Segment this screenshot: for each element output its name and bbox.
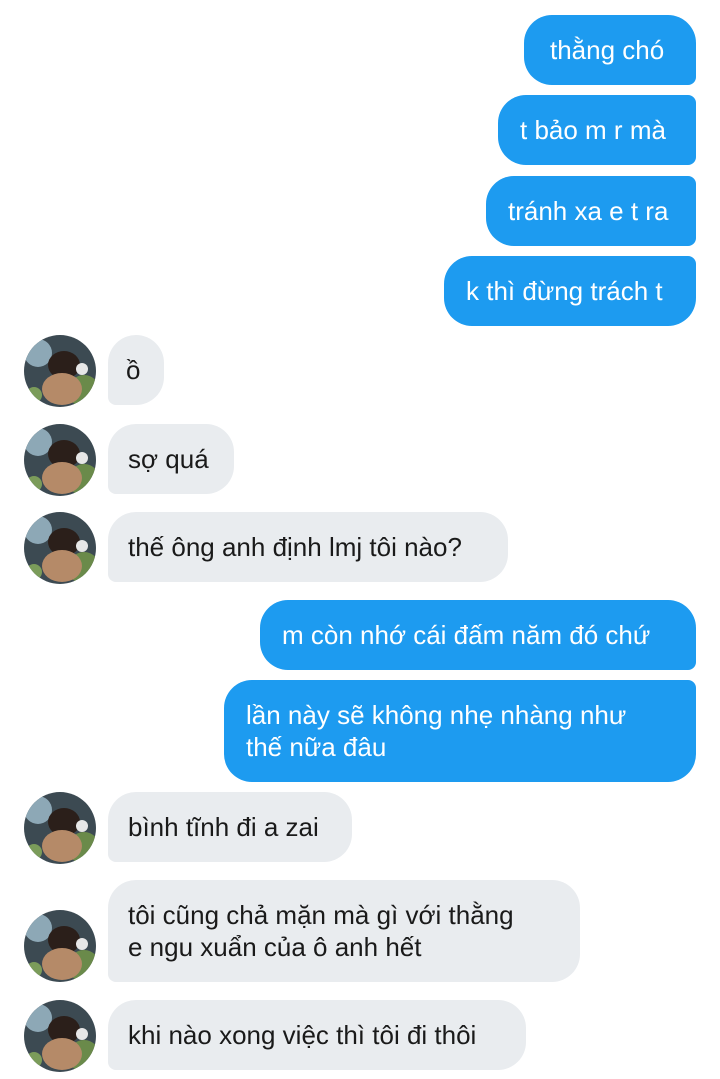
contact-avatar[interactable] bbox=[24, 335, 96, 407]
message-text-line: thế nữa đâu bbox=[246, 732, 387, 762]
message-bubble-incoming[interactable]: thế ông anh định lmj tôi nào? bbox=[108, 512, 508, 582]
message-bubble-outgoing[interactable]: t bảo m r mà bbox=[498, 95, 696, 165]
contact-avatar[interactable] bbox=[24, 424, 96, 496]
message-text: ồ bbox=[126, 355, 141, 385]
message-bubble-outgoing[interactable]: tránh xa e t ra bbox=[486, 176, 696, 246]
avatar-photo bbox=[24, 424, 96, 496]
message-text: bình tĩnh đi a zai bbox=[128, 812, 319, 842]
message-bubble-outgoing[interactable]: lần này sẽ không nhẹ nhàng như thế nữa đ… bbox=[224, 680, 696, 782]
contact-avatar[interactable] bbox=[24, 910, 96, 982]
message-bubble-incoming[interactable]: tôi cũng chả mặn mà gì với thằng e ngu x… bbox=[108, 880, 580, 982]
message-text: t bảo m r mà bbox=[520, 115, 666, 145]
message-text: sợ quá bbox=[128, 444, 209, 474]
contact-avatar[interactable] bbox=[24, 1000, 96, 1072]
message-text: thế ông anh định lmj tôi nào? bbox=[128, 532, 462, 562]
message-bubble-incoming[interactable]: sợ quá bbox=[108, 424, 234, 494]
avatar-photo bbox=[24, 910, 96, 982]
message-bubble-outgoing[interactable]: thằng chó bbox=[524, 15, 696, 85]
avatar-photo bbox=[24, 512, 96, 584]
message-text: tránh xa e t ra bbox=[508, 196, 669, 226]
message-text: thằng chó bbox=[550, 35, 665, 65]
message-text-line: e ngu xuẩn của ô anh hết bbox=[128, 932, 422, 962]
message-text-line: lần này sẽ không nhẹ nhàng như bbox=[246, 700, 627, 730]
message-text: m còn nhớ cái đấm năm đó chứ bbox=[282, 620, 651, 650]
avatar-photo bbox=[24, 1000, 96, 1072]
chat-thread[interactable]: thằng chó t bảo m r mà tránh xa e t ra k… bbox=[0, 0, 720, 1079]
message-bubble-outgoing[interactable]: m còn nhớ cái đấm năm đó chứ bbox=[260, 600, 696, 670]
message-bubble-outgoing[interactable]: k thì đừng trách t bbox=[444, 256, 696, 326]
message-bubble-incoming[interactable]: ồ bbox=[108, 335, 164, 405]
message-text: khi nào xong việc thì tôi đi thôi bbox=[128, 1020, 477, 1050]
message-bubble-incoming[interactable]: bình tĩnh đi a zai bbox=[108, 792, 352, 862]
message-text: k thì đừng trách t bbox=[466, 276, 663, 306]
message-bubble-incoming[interactable]: khi nào xong việc thì tôi đi thôi bbox=[108, 1000, 526, 1070]
contact-avatar[interactable] bbox=[24, 512, 96, 584]
contact-avatar[interactable] bbox=[24, 792, 96, 864]
avatar-photo bbox=[24, 792, 96, 864]
message-text-line: tôi cũng chả mặn mà gì với thằng bbox=[128, 900, 514, 930]
avatar-photo bbox=[24, 335, 96, 407]
